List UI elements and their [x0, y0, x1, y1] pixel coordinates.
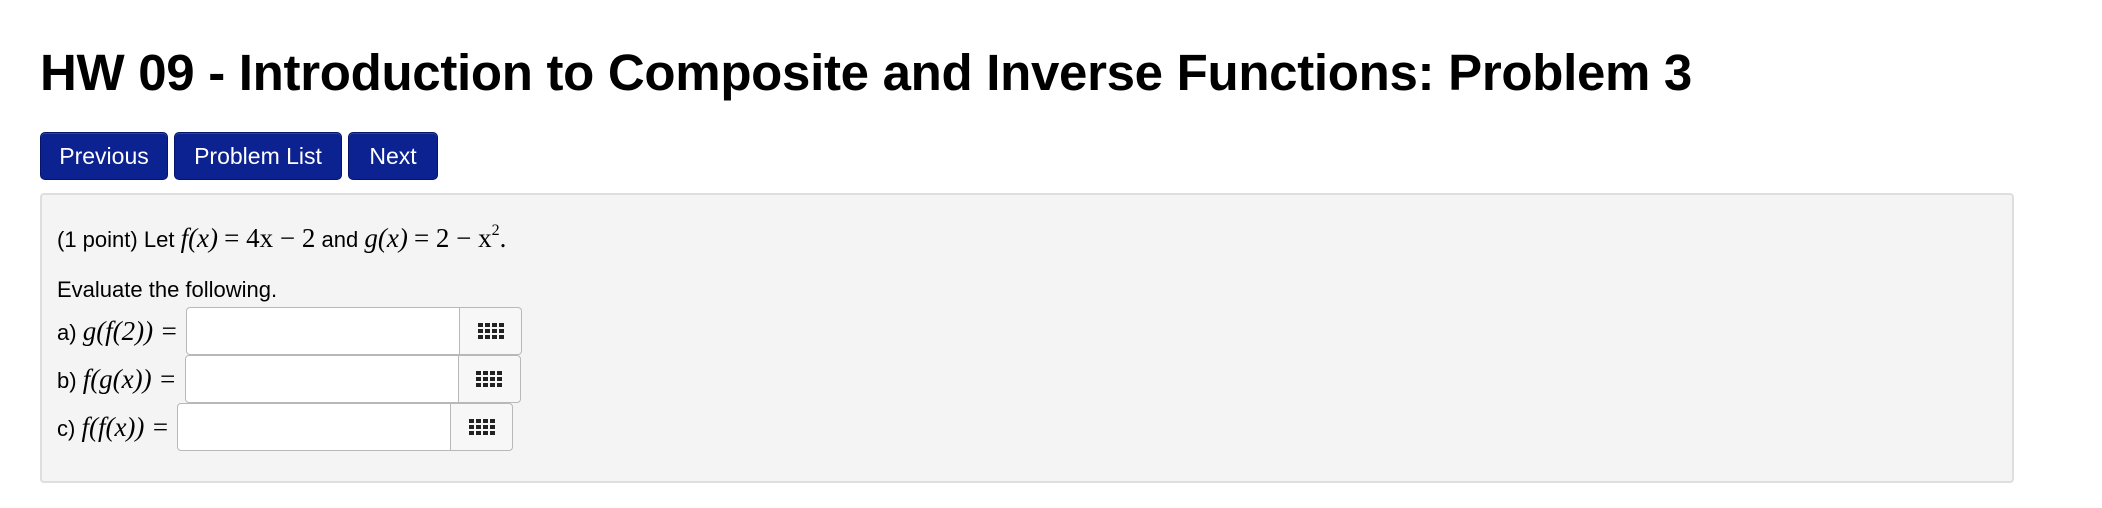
part-b-label: b) f(g(x)) =	[57, 364, 177, 395]
previous-button[interactable]: Previous	[40, 132, 168, 180]
answer-row-c: c) f(f(x)) =	[57, 403, 514, 451]
part-a-letter: a)	[57, 319, 77, 345]
page: HW 09 - Introduction to Composite and In…	[0, 0, 2102, 508]
let-text: Let	[143, 227, 175, 252]
keypad-button-b[interactable]	[458, 355, 521, 403]
part-a-expression: g(f(2)) =	[82, 315, 179, 346]
g-definition-rhs: = 2 − x2.	[413, 222, 507, 253]
part-b-expression: f(g(x)) =	[82, 363, 177, 394]
part-b-letter: b)	[57, 367, 77, 393]
answer-a-input[interactable]	[186, 307, 461, 355]
problem-nav: Previous Problem List Next	[40, 132, 438, 180]
f-definition-lhs: f(x)	[180, 223, 219, 253]
part-c-label: c) f(f(x)) =	[57, 412, 169, 443]
keypad-icon	[476, 371, 503, 387]
problem-list-button[interactable]: Problem List	[174, 132, 342, 180]
g-definition-rhs-base: = 2 − x	[413, 223, 492, 253]
page-title: HW 09 - Introduction to Composite and In…	[40, 44, 1692, 101]
answer-row-b: b) f(g(x)) =	[57, 355, 521, 403]
statement-period: .	[499, 223, 507, 253]
problem-statement: (1 point) Let f(x) = 4x − 2 and g(x) = 2…	[57, 211, 506, 260]
f-definition-rhs: = 4x − 2	[224, 223, 316, 253]
points-label: (1 point)	[57, 227, 138, 252]
keypad-icon	[468, 419, 495, 435]
instruction-text: Evaluate the following.	[57, 277, 278, 302]
and-text: and	[321, 227, 359, 252]
keypad-button-c[interactable]	[451, 403, 514, 451]
problem-box: (1 point) Let f(x) = 4x − 2 and g(x) = 2…	[40, 193, 2014, 483]
answer-row-a: a) g(f(2)) =	[57, 307, 523, 355]
next-button[interactable]: Next	[348, 132, 438, 180]
keypad-button-a[interactable]	[460, 307, 523, 355]
keypad-icon	[477, 323, 504, 339]
g-definition-exponent: 2	[491, 222, 500, 239]
answer-b-input[interactable]	[184, 355, 459, 403]
part-c-expression: f(f(x)) =	[81, 411, 170, 442]
part-c-letter: c)	[57, 415, 76, 441]
answer-c-input[interactable]	[177, 403, 452, 451]
part-a-label: a) g(f(2)) =	[57, 316, 178, 347]
g-definition-lhs: g(x)	[364, 223, 408, 253]
